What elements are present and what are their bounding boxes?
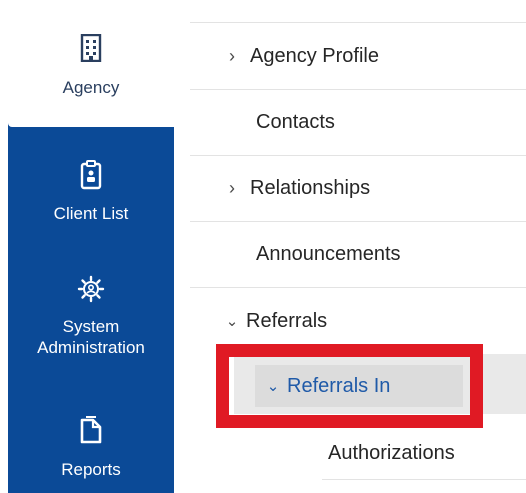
subnav-item-authorizations[interactable]: Authorizations — [322, 428, 526, 480]
nav-item-label: Announcements — [256, 243, 401, 265]
rail-gutter — [0, 0, 8, 493]
building-icon — [80, 33, 102, 67]
nav-item-contacts[interactable]: Contacts — [190, 90, 526, 156]
nav-item-referrals[interactable]: ⌄ Referrals — [190, 288, 526, 354]
chevron-right-icon: › — [229, 178, 235, 198]
divider — [190, 22, 526, 23]
nav-item-announcements[interactable]: Announcements — [190, 222, 526, 288]
chevron-right-icon: › — [229, 46, 235, 66]
gear-icon — [77, 275, 105, 308]
subnav-item-label: Referrals In — [287, 374, 391, 397]
chevron-down-icon: ⌄ — [225, 313, 239, 330]
app: Agency Client List System Administration… — [0, 0, 526, 493]
rail-item-label: Reports — [61, 460, 121, 479]
rail-item-label: Agency — [62, 78, 120, 97]
subnav-item-referrals-in[interactable]: ⌄ Referrals In — [255, 365, 463, 407]
rail-item-agency[interactable]: Agency — [8, 0, 174, 127]
rail-item-system-administration[interactable]: System Administration — [8, 275, 174, 358]
nav-item-label: Contacts — [256, 111, 335, 133]
chevron-down-icon: ⌄ — [266, 378, 280, 395]
rail-item-label: Client List — [53, 204, 129, 223]
nav-item-label: Relationships — [250, 177, 371, 199]
nav-item-relationships[interactable]: › Relationships — [190, 156, 526, 222]
rail-item-client-list[interactable]: Client List — [8, 160, 174, 224]
document-icon — [79, 416, 103, 449]
nav-item-label: Referrals — [246, 309, 328, 332]
clipboard-icon — [80, 160, 102, 195]
rail-item-label: System Administration — [37, 317, 145, 357]
nav-item-agency-profile[interactable]: › Agency Profile — [190, 24, 526, 90]
subnav-item-label: Authorizations — [328, 442, 455, 464]
rail-item-reports[interactable]: Reports — [8, 416, 174, 480]
nav-item-label: Agency Profile — [250, 45, 379, 67]
